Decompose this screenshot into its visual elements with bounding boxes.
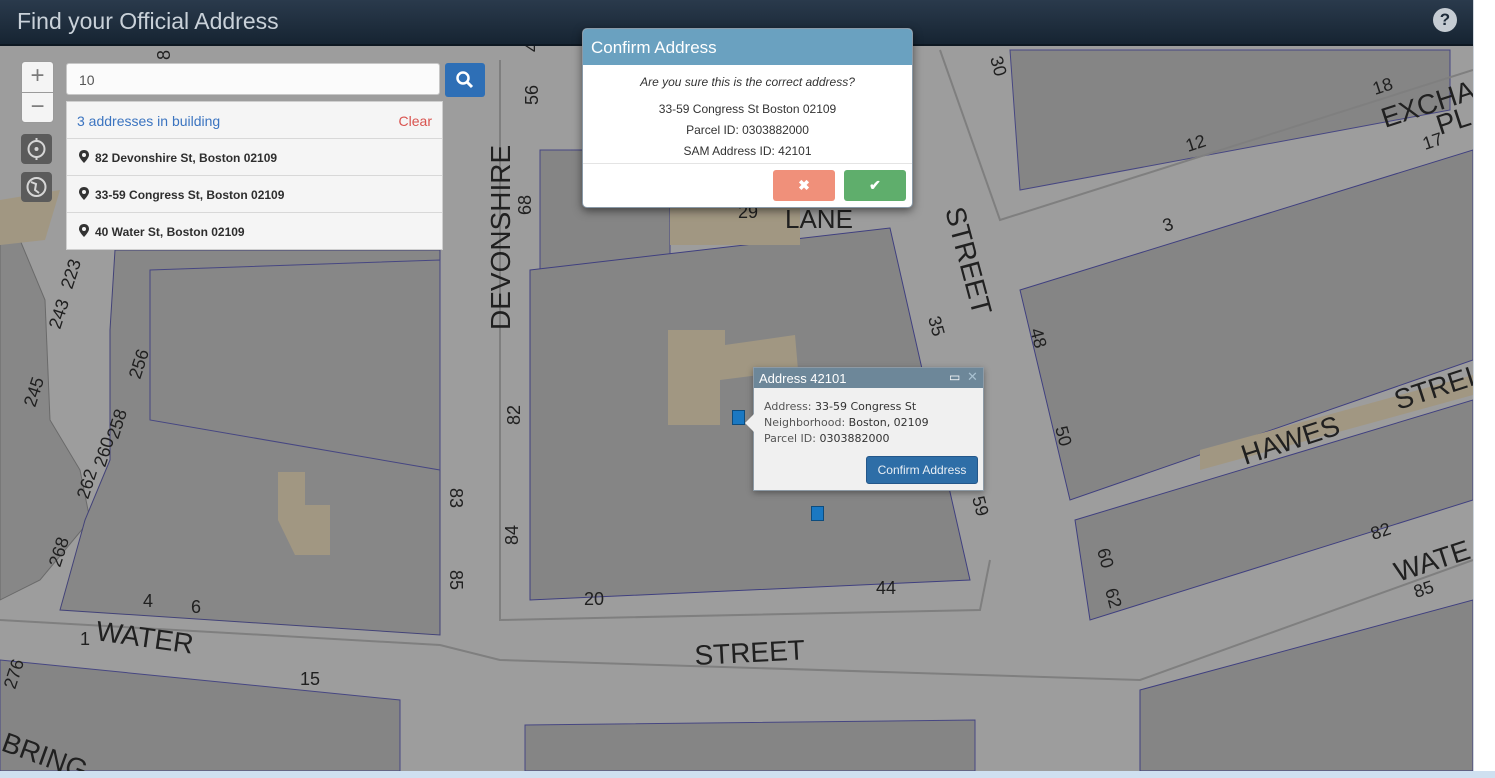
basemap-button[interactable] (21, 172, 52, 202)
help-icon[interactable]: ? (1433, 8, 1457, 32)
zoom-control: + − (21, 61, 54, 123)
dialog-parcel-id: Parcel ID: 0303882000 (686, 123, 809, 137)
address-results-panel: 3 addresses in building Clear 82 Devonsh… (66, 101, 443, 250)
map-number: 82 (504, 405, 524, 425)
popup-address-row: Address: 33-59 Congress St (764, 400, 983, 413)
cancel-button[interactable]: ✖ (773, 170, 835, 201)
zoom-in-button[interactable]: + (22, 62, 53, 93)
zoom-out-button[interactable]: − (22, 93, 53, 123)
map-label-street-south: STREET (694, 634, 806, 671)
address-popup: Address 42101 ▭ ✕ Address: 33-59 Congres… (745, 367, 984, 491)
popup-address-value: 33-59 Congress St (815, 400, 917, 413)
list-item-label: 40 Water St, Boston 02109 (95, 225, 245, 239)
popup-title: Address 42101 (759, 371, 847, 386)
close-icon: ✖ (798, 177, 810, 193)
map-number: 20 (584, 589, 604, 609)
search-icon (456, 71, 474, 89)
map-number: 6 (191, 597, 201, 617)
list-item-label: 82 Devonshire St, Boston 02109 (95, 151, 278, 165)
confirm-button[interactable]: ✔ (844, 170, 906, 201)
list-item[interactable]: 82 Devonshire St, Boston 02109 (67, 139, 442, 176)
popup-neighborhood-row: Neighborhood: Boston, 02109 (764, 416, 983, 429)
window-scrollbar[interactable] (1473, 0, 1495, 778)
maximize-icon[interactable]: ▭ (949, 370, 960, 384)
clear-button[interactable]: Clear (399, 113, 432, 129)
map-number: 56 (522, 85, 542, 105)
map-number: 85 (446, 570, 466, 590)
list-item-label: 33-59 Congress St, Boston 02109 (95, 188, 285, 202)
map-number: 8 (154, 50, 174, 60)
list-item[interactable]: 33-59 Congress St, Boston 02109 (67, 176, 442, 213)
window-bottom-bar (0, 771, 1495, 778)
map-number: 68 (515, 195, 535, 215)
map-number: 4 (143, 591, 153, 611)
map-pin-icon (79, 187, 89, 204)
dialog-address: 33-59 Congress St Boston 02109 (658, 102, 837, 116)
map-pin-icon (79, 224, 89, 241)
results-header: 3 addresses in building Clear (67, 102, 442, 139)
map-number: 49 (522, 46, 542, 52)
popup-confirm-address-button[interactable]: Confirm Address (866, 456, 978, 484)
map-label-lane: LANE (785, 204, 853, 234)
map-number: 84 (502, 525, 522, 545)
map-pin-icon (79, 150, 89, 167)
dialog-title: Confirm Address (583, 29, 912, 65)
map-number: 44 (876, 578, 896, 598)
results-count: 3 addresses in building (77, 113, 221, 129)
popup-header: Address 42101 ▭ ✕ (754, 368, 983, 388)
list-item[interactable]: 40 Water St, Boston 02109 (67, 213, 442, 249)
popup-address-label: Address: (764, 400, 812, 413)
map-marker-icon[interactable] (811, 506, 824, 521)
popup-pointer (745, 414, 754, 432)
dialog-sam-id: SAM Address ID: 42101 (683, 144, 812, 158)
check-icon: ✔ (869, 177, 881, 193)
map-number: 1 (80, 629, 90, 649)
map-label-devonshire: DEVONSHIRE (485, 145, 516, 330)
map-marker-icon[interactable] (732, 410, 745, 425)
map-number: 15 (300, 669, 320, 689)
app-title: Find your Official Address (17, 8, 279, 34)
popup-parcel-value: 0303882000 (819, 432, 890, 445)
search-button[interactable] (445, 63, 485, 97)
popup-parcel-label: Parcel ID: (764, 432, 816, 445)
dialog-question: Are you sure this is the correct address… (640, 75, 855, 89)
dialog-footer: ✖ ✔ (583, 163, 912, 207)
close-icon[interactable]: ✕ (967, 369, 978, 385)
popup-parcel-row: Parcel ID: 0303882000 (764, 432, 983, 445)
search-input[interactable]: 10 (66, 63, 440, 95)
popup-neighborhood-value: Boston, 02109 (848, 416, 929, 429)
confirm-address-dialog: Confirm Address Are you sure this is the… (582, 28, 913, 208)
popup-neighborhood-label: Neighborhood: (764, 416, 846, 429)
globe-icon (26, 177, 47, 197)
map-number: 83 (446, 488, 466, 508)
crosshair-icon (27, 138, 46, 160)
locate-button[interactable] (21, 134, 52, 164)
